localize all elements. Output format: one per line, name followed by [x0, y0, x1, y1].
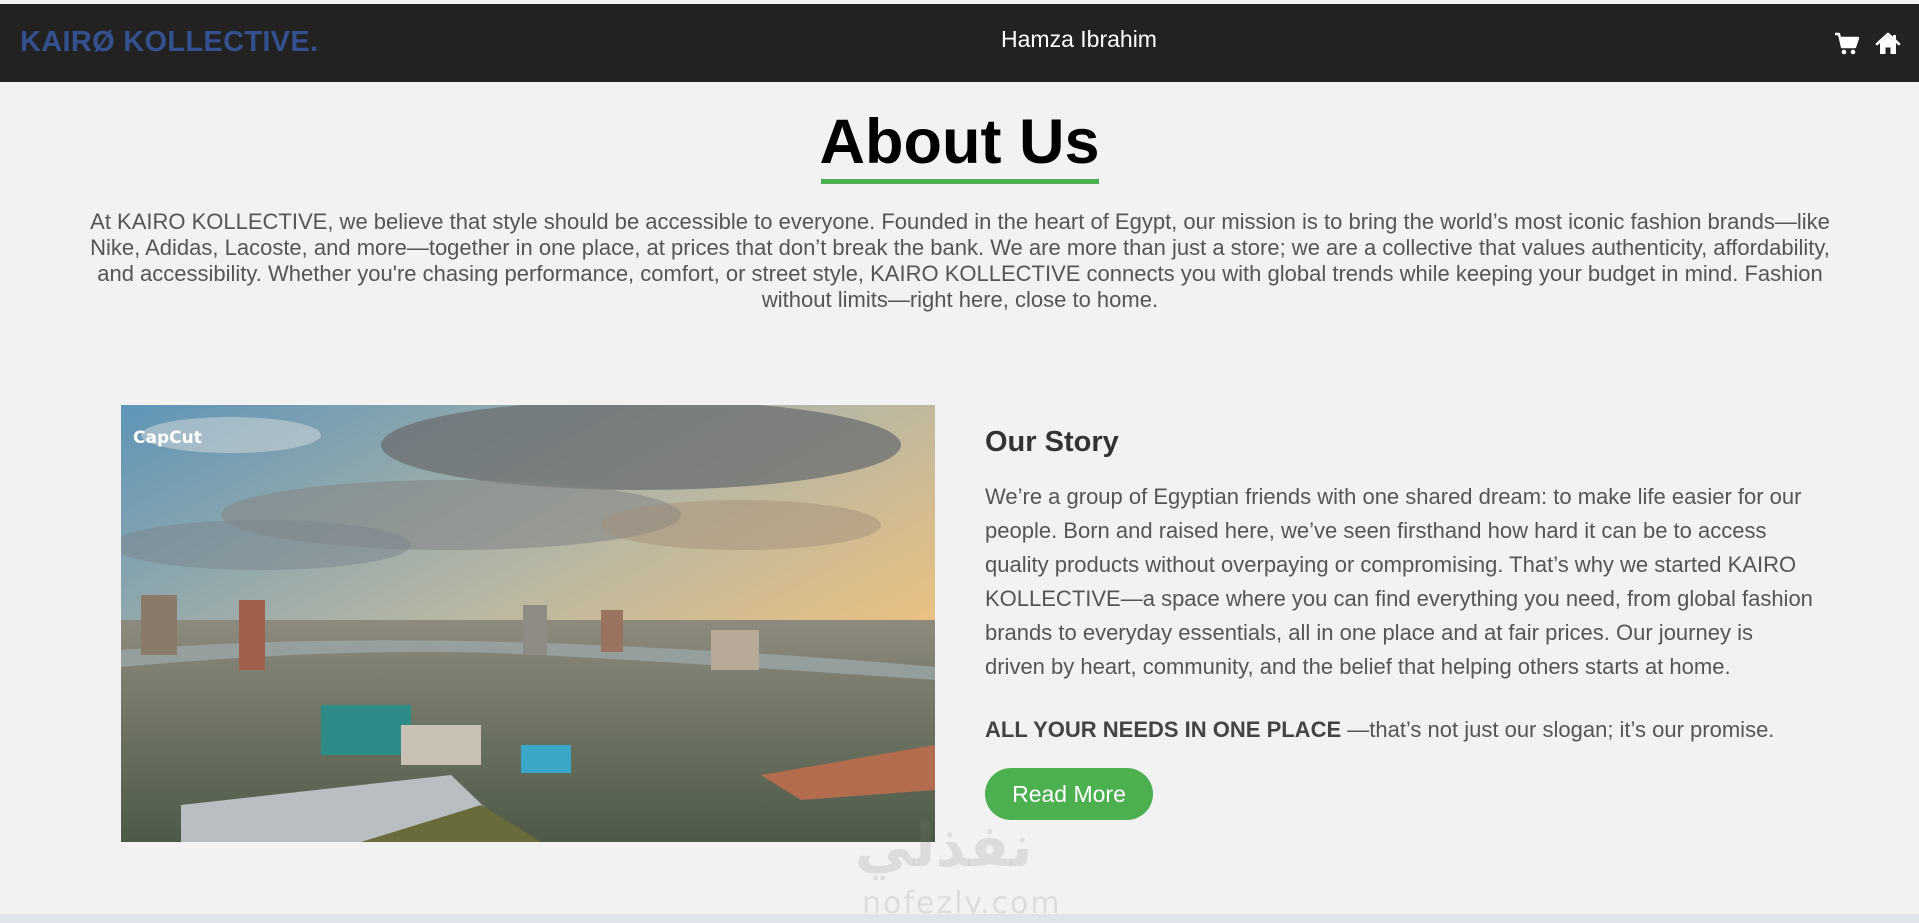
story-text: We’re a group of Egyptian friends with o…: [985, 484, 1813, 679]
about-intro-text: At KAIRO KOLLECTIVE, we believe that sty…: [90, 209, 1830, 312]
slogan-bold: ALL YOUR NEEDS IN ONE PLACE: [985, 717, 1342, 742]
bottom-strip: [0, 914, 1919, 923]
watermark-arabic: نفذلي: [855, 812, 1033, 880]
slogan-rest: —that’s not just our slogan; it’s our pr…: [1341, 717, 1775, 742]
top-navbar: KAIRØ KOLLECTIVE. Hamza Ibrahim: [0, 4, 1919, 82]
capcut-watermark: CapCut: [133, 428, 202, 448]
home-icon[interactable]: [1875, 32, 1901, 56]
user-name[interactable]: Hamza Ibrahim: [1001, 26, 1157, 52]
page-title: About Us: [819, 107, 1100, 177]
brand-logo[interactable]: KAIRØ KOLLECTIVE.: [20, 26, 318, 59]
story-title: Our Story: [985, 426, 1119, 458]
title-underline: [821, 179, 1099, 184]
cart-icon[interactable]: [1834, 32, 1860, 56]
slogan-line: ALL YOUR NEEDS IN ONE PLACE —that’s not …: [985, 713, 1855, 747]
cairo-skyline-image: CapCut: [121, 405, 935, 842]
